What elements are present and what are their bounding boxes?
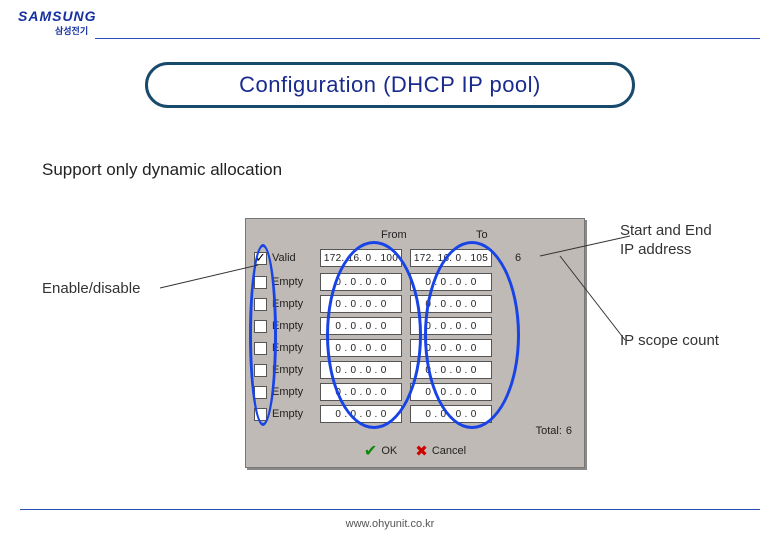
to-ip-input[interactable]: 0 . 0 . 0 . 0 bbox=[410, 361, 492, 379]
row-count: 6 bbox=[500, 252, 536, 264]
cancel-button[interactable]: ✖ Cancel bbox=[415, 441, 466, 461]
footer-divider bbox=[20, 509, 760, 510]
to-ip-input[interactable]: 172. 16. 0 . 105 bbox=[410, 249, 492, 267]
enable-checkbox[interactable] bbox=[254, 386, 267, 399]
row-label: Empty bbox=[272, 298, 320, 310]
enable-checkbox[interactable] bbox=[254, 298, 267, 311]
total-label: Total: bbox=[536, 425, 562, 437]
pool-row: Empty 0 . 0 . 0 . 0 0 . 0 . 0 . 0 bbox=[254, 359, 536, 381]
pool-row: Empty 0 . 0 . 0 . 0 0 . 0 . 0 . 0 bbox=[254, 315, 536, 337]
header: SAMSUNG 삼성전기 bbox=[0, 0, 780, 42]
row-label: Empty bbox=[272, 342, 320, 354]
pool-row: Empty 0 . 0 . 0 . 0 0 . 0 . 0 . 0 bbox=[254, 381, 536, 403]
subtitle: Support only dynamic allocation bbox=[42, 160, 282, 180]
row-label: Empty bbox=[272, 276, 320, 288]
annotation-count: IP scope count bbox=[620, 332, 750, 351]
dhcp-pool-dialog: From To Valid 172. 16. 0 . 100 172. 16. … bbox=[245, 218, 585, 468]
row-label: Empty bbox=[272, 320, 320, 332]
enable-checkbox[interactable] bbox=[254, 342, 267, 355]
total-row: Total: 6 bbox=[536, 425, 572, 437]
to-ip-input[interactable]: 0 . 0 . 0 . 0 bbox=[410, 339, 492, 357]
column-header-to: To bbox=[476, 229, 488, 241]
from-ip-input[interactable]: 0 . 0 . 0 . 0 bbox=[320, 405, 402, 423]
dialog-buttons: ✔ OK ✖ Cancel bbox=[364, 441, 466, 461]
from-ip-input[interactable]: 0 . 0 . 0 . 0 bbox=[320, 383, 402, 401]
from-ip-input[interactable]: 0 . 0 . 0 . 0 bbox=[320, 339, 402, 357]
from-ip-input[interactable]: 172. 16. 0 . 100 bbox=[320, 249, 402, 267]
to-ip-input[interactable]: 0 . 0 . 0 . 0 bbox=[410, 383, 492, 401]
header-divider bbox=[95, 38, 760, 39]
cancel-button-label: Cancel bbox=[432, 445, 466, 457]
enable-checkbox[interactable] bbox=[254, 408, 267, 421]
brand-sublabel: 삼성전기 bbox=[55, 24, 88, 37]
page-title: Configuration (DHCP IP pool) bbox=[145, 62, 635, 108]
row-label: Valid bbox=[272, 252, 320, 264]
ok-button-label: OK bbox=[381, 445, 397, 457]
from-ip-input[interactable]: 0 . 0 . 0 . 0 bbox=[320, 273, 402, 291]
pool-row: Empty 0 . 0 . 0 . 0 0 . 0 . 0 . 0 bbox=[254, 337, 536, 359]
enable-checkbox[interactable] bbox=[254, 252, 267, 265]
to-ip-input[interactable]: 0 . 0 . 0 . 0 bbox=[410, 273, 492, 291]
row-label: Empty bbox=[272, 364, 320, 376]
pool-row: Empty 0 . 0 . 0 . 0 0 . 0 . 0 . 0 bbox=[254, 293, 536, 315]
annotation-startend: Start and End IP address bbox=[620, 222, 750, 260]
from-ip-input[interactable]: 0 . 0 . 0 . 0 bbox=[320, 361, 402, 379]
enable-checkbox[interactable] bbox=[254, 320, 267, 333]
pool-row: Empty 0 . 0 . 0 . 0 0 . 0 . 0 . 0 bbox=[254, 271, 536, 293]
row-label: Empty bbox=[272, 386, 320, 398]
ok-button[interactable]: ✔ OK bbox=[364, 441, 397, 461]
enable-checkbox[interactable] bbox=[254, 364, 267, 377]
footer-url: www.ohyunit.co.kr bbox=[346, 518, 435, 530]
from-ip-input[interactable]: 0 . 0 . 0 . 0 bbox=[320, 317, 402, 335]
to-ip-input[interactable]: 0 . 0 . 0 . 0 bbox=[410, 317, 492, 335]
pool-row: Empty 0 . 0 . 0 . 0 0 . 0 . 0 . 0 bbox=[254, 403, 536, 425]
enable-checkbox[interactable] bbox=[254, 276, 267, 289]
column-header-from: From bbox=[381, 229, 407, 241]
to-ip-input[interactable]: 0 . 0 . 0 . 0 bbox=[410, 295, 492, 313]
total-value: 6 bbox=[566, 425, 572, 437]
close-icon: ✖ bbox=[415, 442, 428, 460]
pool-row: Valid 172. 16. 0 . 100 172. 16. 0 . 105 … bbox=[254, 247, 536, 269]
check-icon: ✔ bbox=[364, 441, 377, 461]
from-ip-input[interactable]: 0 . 0 . 0 . 0 bbox=[320, 295, 402, 313]
annotation-enable: Enable/disable bbox=[42, 280, 140, 299]
row-label: Empty bbox=[272, 408, 320, 420]
to-ip-input[interactable]: 0 . 0 . 0 . 0 bbox=[410, 405, 492, 423]
brand-logo: SAMSUNG bbox=[18, 8, 97, 24]
